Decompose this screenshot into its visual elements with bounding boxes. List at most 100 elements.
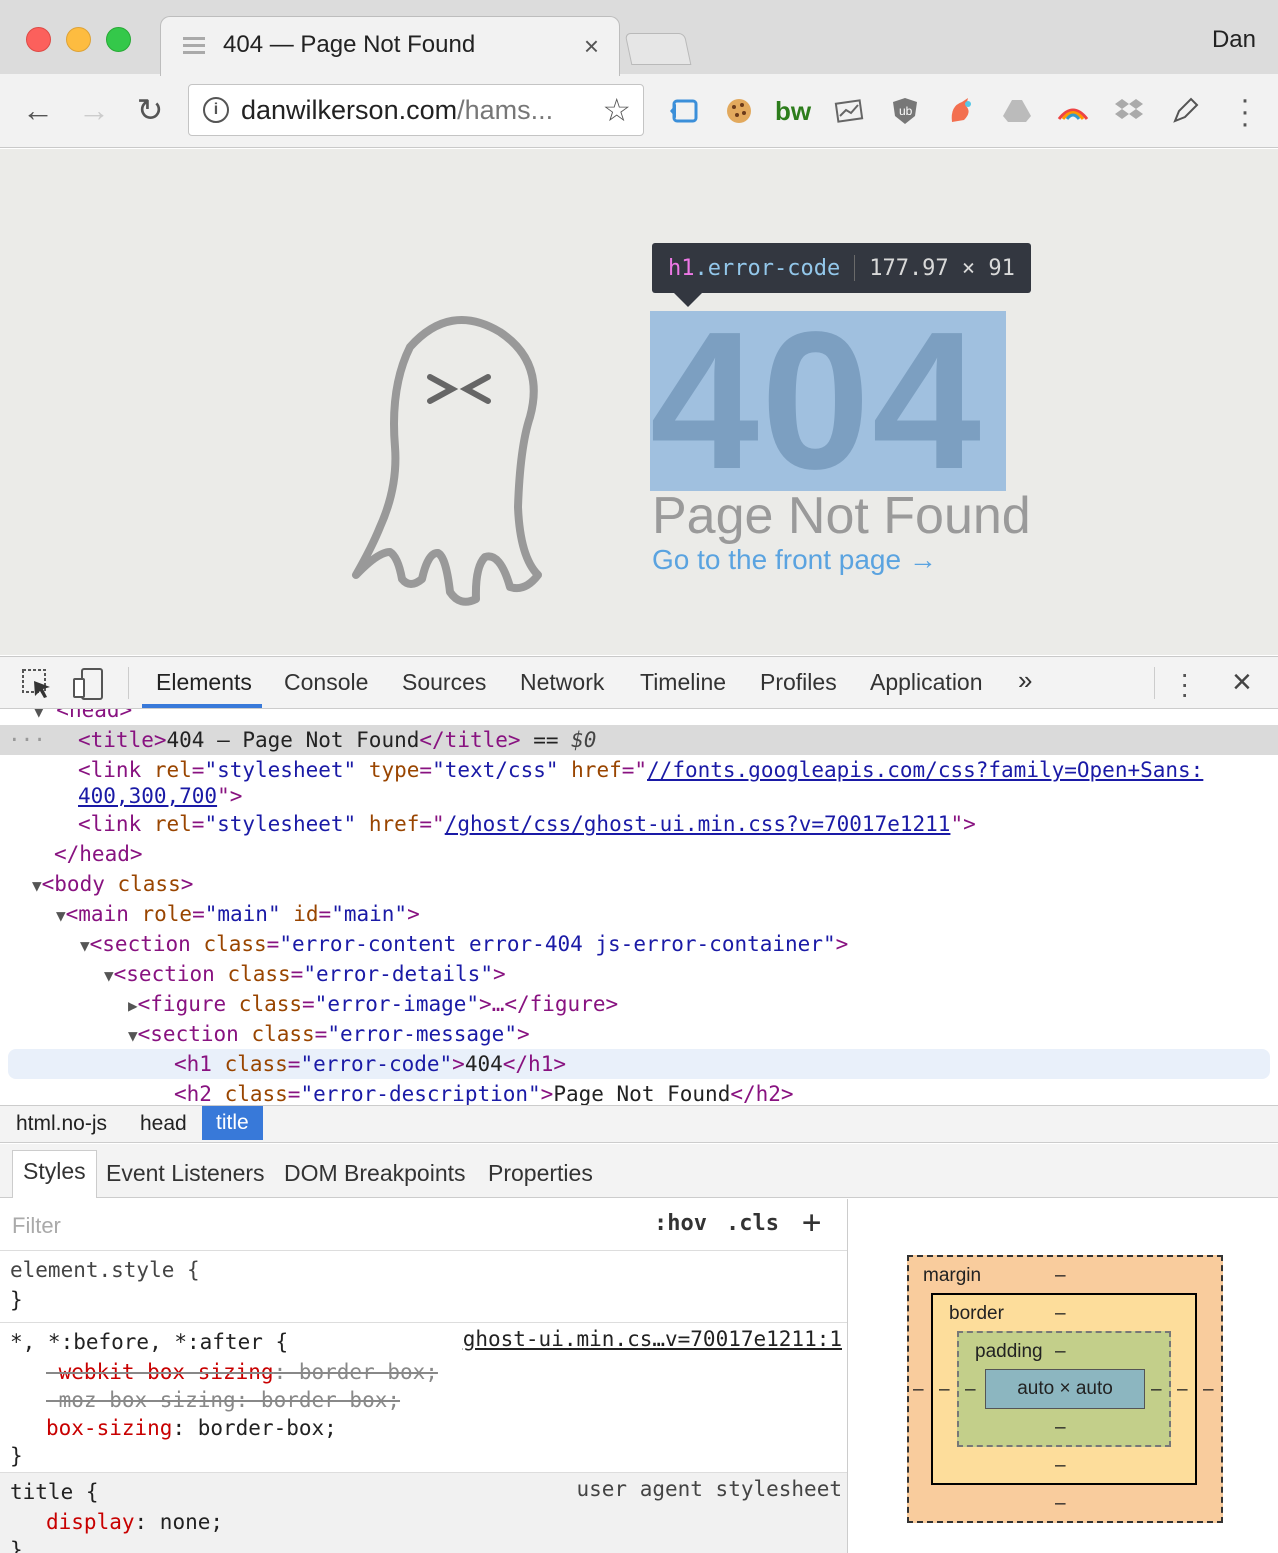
dropbox-icon[interactable] — [1112, 94, 1146, 128]
ellipsis-icon[interactable]: ··· — [8, 725, 46, 755]
border-top-value[interactable]: – — [1055, 1303, 1066, 1325]
breadcrumb-title[interactable]: title — [202, 1106, 263, 1140]
dom-line-head-close[interactable]: </head> — [0, 839, 1278, 869]
border-label: border — [949, 1303, 1004, 1324]
rule-source-link[interactable]: ghost-ui.min.cs…v=70017e1211:1 — [463, 1327, 842, 1351]
front-page-link[interactable]: Go to the front page → — [652, 544, 937, 576]
rule-selector[interactable]: element.style { — [10, 1255, 200, 1285]
dom-line-section-message[interactable]: ▼<section class="error-message"> — [0, 1019, 1278, 1049]
bw-icon[interactable]: bw — [775, 94, 811, 128]
dom-value: "main" — [331, 902, 408, 926]
device-toolbar-icon[interactable] — [72, 667, 106, 701]
unicorn-icon[interactable] — [944, 94, 978, 128]
tab-event-listeners[interactable]: Event Listeners — [106, 1160, 265, 1187]
hov-toggle[interactable]: :hov — [654, 1211, 707, 1236]
dom-line-h1[interactable]: <h1 class="error-code">404</h1> — [8, 1049, 1270, 1079]
dom-line-title-selected[interactable]: ··· <title>404 – Page Not Found</title> =… — [0, 725, 1278, 755]
tab-dom-breakpoints[interactable]: DOM Breakpoints — [284, 1160, 466, 1187]
rule-property-overridden[interactable]: -webkit-box-sizing: border-box; — [46, 1357, 438, 1387]
back-icon[interactable]: ← — [18, 90, 58, 130]
close-window-button[interactable] — [26, 27, 51, 52]
dom-line-figure[interactable]: ▶<figure class="error-image">…</figure> — [0, 989, 1278, 1019]
bookmark-star-icon[interactable]: ☆ — [602, 91, 631, 129]
tab-profiles[interactable]: Profiles — [760, 669, 837, 696]
breadcrumb-html[interactable]: html.no-js — [6, 1110, 117, 1138]
filter-input[interactable]: Filter — [12, 1213, 61, 1239]
devtools-tabbar: Elements Console Sources Network Timelin… — [0, 657, 1278, 709]
rule-close: } — [10, 1538, 23, 1553]
tag-icon[interactable] — [666, 94, 700, 128]
margin-top-value[interactable]: – — [1055, 1265, 1066, 1287]
dom-line-head[interactable]: ▼ <head> — [0, 709, 1278, 725]
tab-application[interactable]: Application — [870, 669, 983, 696]
address-bar[interactable]: i danwilkerson.com/hams... ☆ — [188, 84, 644, 136]
close-devtools-icon[interactable]: × — [1232, 663, 1252, 702]
border-left-value[interactable]: – — [939, 1379, 950, 1401]
dom-link[interactable]: /ghost/css/ghost-ui.min.css?v=70017e1211 — [445, 812, 951, 836]
tab-styles[interactable]: Styles — [12, 1150, 97, 1198]
ghost-icon — [352, 316, 542, 606]
rule-selector[interactable]: title { — [10, 1477, 99, 1507]
page-icon — [183, 37, 205, 54]
style-rule-element: element.style { } — [0, 1251, 847, 1323]
tab-elements[interactable]: Elements — [156, 669, 252, 696]
rainbow-icon[interactable] — [1056, 94, 1090, 128]
margin-left-value[interactable]: – — [913, 1379, 924, 1401]
browser-tab[interactable]: 404 — Page Not Found × — [160, 16, 620, 76]
dom-line-link-fonts-cont[interactable]: 400,300,700"> — [0, 781, 1278, 811]
padding-right-value[interactable]: – — [1151, 1379, 1162, 1401]
box-content[interactable]: auto × auto — [985, 1369, 1145, 1409]
rule-selector[interactable]: *, *:before, *:after { — [10, 1327, 288, 1357]
margin-right-value[interactable]: – — [1203, 1379, 1214, 1401]
dom-line-h2[interactable]: <h2 class="error-description">Page Not F… — [0, 1079, 1278, 1105]
dom-line-section-content[interactable]: ▼<section class="error-content error-404… — [0, 929, 1278, 959]
tab-properties[interactable]: Properties — [488, 1160, 593, 1187]
padding-top-value[interactable]: – — [1055, 1341, 1066, 1363]
devtools-menu-icon[interactable]: · · · — [1180, 660, 1189, 708]
dom-link[interactable]: //fonts.googleapis.com/css?family=Open+S… — [647, 758, 1203, 782]
new-rule-icon[interactable]: + — [802, 1203, 821, 1241]
margin-bottom-value[interactable]: – — [1055, 1493, 1066, 1515]
dom-line-body[interactable]: ▼<body class> — [0, 869, 1278, 899]
pen-icon[interactable] — [1168, 94, 1202, 128]
tab-timeline[interactable]: Timeline — [640, 669, 726, 696]
inspect-element-icon[interactable] — [20, 667, 54, 701]
tab-sources[interactable]: Sources — [402, 669, 486, 696]
breadcrumb-head[interactable]: head — [130, 1110, 197, 1138]
maximize-window-button[interactable] — [106, 27, 131, 52]
chart-icon[interactable] — [832, 94, 866, 128]
margin-label: margin — [923, 1265, 982, 1286]
tab-network[interactable]: Network — [520, 669, 604, 696]
tab-console[interactable]: Console — [284, 669, 368, 696]
rule-property[interactable]: display: none; — [46, 1507, 223, 1537]
drive-icon[interactable] — [1000, 94, 1034, 128]
rule-property-invalid[interactable]: -moz-box-sizing: border-box; — [46, 1385, 400, 1415]
info-icon[interactable]: i — [203, 97, 229, 123]
cls-toggle[interactable]: .cls — [726, 1211, 779, 1236]
dom-link[interactable]: 400,300,700 — [78, 784, 217, 808]
dom-tag: </h1> — [502, 1052, 566, 1076]
dom-line-link-css[interactable]: <link rel="stylesheet" href="/ghost/css/… — [0, 809, 1278, 839]
padding-left-value[interactable]: – — [965, 1379, 976, 1401]
border-right-value[interactable]: – — [1177, 1379, 1188, 1401]
border-bottom-value[interactable]: – — [1055, 1455, 1066, 1477]
padding-bottom-value[interactable]: – — [1055, 1417, 1066, 1439]
more-tabs-icon[interactable]: » — [1018, 665, 1032, 696]
forward-icon[interactable]: → — [74, 90, 114, 130]
ublock-icon[interactable]: ub — [888, 94, 922, 128]
cookie-icon[interactable] — [722, 94, 756, 128]
dom-line-section-details[interactable]: ▼<section class="error-details"> — [0, 959, 1278, 989]
box-model-pane: auto × auto margin – border – padding – … — [849, 1199, 1278, 1553]
minimize-window-button[interactable] — [66, 27, 91, 52]
dom-line-main[interactable]: ▼<main role="main" id="main"> — [0, 899, 1278, 929]
profile-name[interactable]: Dan — [1212, 26, 1256, 54]
tab-close-icon[interactable]: × — [584, 31, 599, 62]
tab-strip: 404 — Page Not Found × Dan — [0, 0, 1278, 76]
dom-text: 404 — [464, 1052, 503, 1076]
rule-property[interactable]: box-sizing: border-box; — [46, 1413, 337, 1443]
reload-icon[interactable]: ↻ — [130, 90, 170, 130]
browser-menu-icon[interactable]: · · · — [1240, 85, 1250, 139]
dom-text: 404 – Page Not Found — [166, 728, 420, 752]
new-tab-button[interactable] — [624, 33, 692, 65]
active-tab-indicator — [142, 704, 262, 708]
